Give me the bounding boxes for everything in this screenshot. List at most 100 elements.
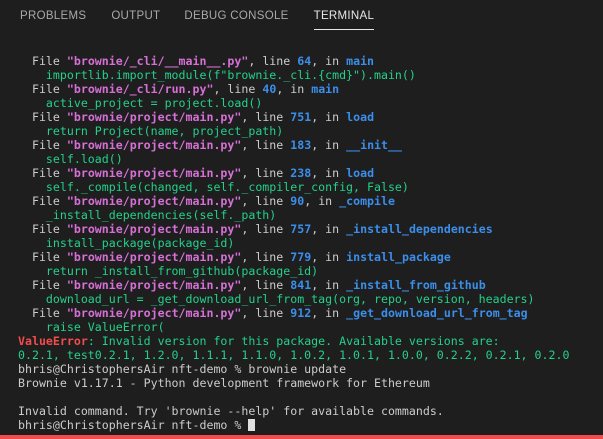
terminal-line: File "brownie/project/main.py", line 751… <box>18 110 598 124</box>
tab-label: DEBUG CONSOLE <box>184 10 289 22</box>
terminal-text: , in <box>311 166 347 180</box>
terminal-text: File <box>18 110 67 124</box>
terminal-text: File <box>18 194 67 208</box>
file-path: "brownie/project/main.py" <box>66 166 242 180</box>
source-line: return Project(name, project_path) <box>18 124 284 138</box>
terminal-line: self.load() <box>18 152 598 166</box>
panel-tab-bar: PROBLEMS OUTPUT DEBUG CONSOLE TERMINAL <box>0 0 603 35</box>
terminal-text: , in <box>311 306 347 320</box>
line-number: 40 <box>262 82 277 96</box>
line-number: 751 <box>290 110 312 124</box>
terminal-line: download_url = _get_download_url_from_ta… <box>18 292 598 306</box>
file-path: "brownie/project/main.py" <box>66 306 242 320</box>
terminal-text: File <box>18 306 67 320</box>
terminal-text: , in <box>311 278 347 292</box>
function-name: _compile <box>339 194 395 208</box>
terminal-text: , in <box>311 54 347 68</box>
terminal-text: , in <box>311 222 347 236</box>
terminal-line: active_project = project.load() <box>18 96 598 110</box>
function-name: load <box>346 110 375 124</box>
terminal-text: bhris@ChristophersAir nft-demo % brownie… <box>18 362 347 376</box>
terminal-text: , line <box>241 110 291 124</box>
source-line: return _install_from_github(package_id) <box>18 264 319 278</box>
tab-label: PROBLEMS <box>20 10 87 22</box>
terminal-line: ValueError: Invalid version for this pac… <box>18 334 598 348</box>
file-path: "brownie/project/main.py" <box>66 250 242 264</box>
terminal-text: , line <box>241 138 291 152</box>
terminal-text: , line <box>241 222 291 236</box>
terminal-line: install_package(package_id) <box>18 236 598 250</box>
terminal-text: bhris@ChristophersAir nft-demo % <box>18 418 249 432</box>
terminal-text: File <box>18 82 67 96</box>
terminal-cursor <box>248 419 256 431</box>
terminal-line: importlib.import_module(f"brownie._cli.{… <box>18 68 598 82</box>
terminal-text: File <box>18 250 67 264</box>
terminal-text: , line <box>241 166 291 180</box>
panel-bottom-border <box>0 435 603 439</box>
terminal-line: Invalid command. Try 'brownie --help' fo… <box>18 404 598 418</box>
line-number: 779 <box>290 250 312 264</box>
file-path: "brownie/_cli/run.py" <box>66 82 214 96</box>
error-message: : Invalid version for this package. Avai… <box>87 334 500 348</box>
terminal-text: , line <box>213 82 263 96</box>
terminal-text: File <box>18 166 67 180</box>
terminal-line: File "brownie/_cli/__main__.py", line 64… <box>18 54 598 68</box>
source-line: install_package(package_id) <box>18 236 235 250</box>
terminal-output[interactable]: File "brownie/_cli/__main__.py", line 64… <box>18 54 598 432</box>
line-number: 238 <box>290 166 312 180</box>
tab-label: TERMINAL <box>313 10 375 22</box>
terminal-text: , line <box>248 54 298 68</box>
terminal-text: , line <box>241 306 291 320</box>
function-name: install_package <box>346 250 451 264</box>
terminal-line: File "brownie/_cli/run.py", line 40, in … <box>18 82 598 96</box>
file-path: "brownie/project/main.py" <box>66 110 242 124</box>
line-number: 912 <box>290 306 312 320</box>
function-name: main <box>346 54 375 68</box>
source-line: self._compile(changed, self._compiler_co… <box>18 180 409 194</box>
active-tab-indicator <box>313 29 375 30</box>
file-path: "brownie/project/main.py" <box>66 138 242 152</box>
source-line: importlib.import_module(f"brownie._cli.{… <box>18 68 416 82</box>
terminal-line: return Project(name, project_path) <box>18 124 598 138</box>
terminal-line: File "brownie/project/main.py", line 238… <box>18 166 598 180</box>
line-number: 64 <box>297 54 312 68</box>
terminal-text: , in <box>304 194 340 208</box>
source-line: raise ValueError( <box>18 320 165 334</box>
line-number: 90 <box>290 194 305 208</box>
terminal-line: File "brownie/project/main.py", line 90,… <box>18 194 598 208</box>
terminal-text: , in <box>311 110 347 124</box>
terminal-line: File "brownie/project/main.py", line 183… <box>18 138 598 152</box>
source-line: download_url = _get_download_url_from_ta… <box>18 292 535 306</box>
function-name: load <box>346 166 375 180</box>
panel: PROBLEMS OUTPUT DEBUG CONSOLE TERMINAL F… <box>0 0 603 439</box>
function-name: _install_from_github <box>346 278 486 292</box>
line-number: 183 <box>290 138 312 152</box>
terminal-text: , in <box>311 250 347 264</box>
tab-problems[interactable]: PROBLEMS <box>20 0 86 35</box>
terminal-line: File "brownie/project/main.py", line 912… <box>18 306 598 320</box>
terminal-line: File "brownie/project/main.py", line 757… <box>18 222 598 236</box>
terminal-text: , in <box>311 138 347 152</box>
terminal-line: return _install_from_github(package_id) <box>18 264 598 278</box>
function-name: _get_download_url_from_tag <box>346 306 528 320</box>
error-message: 0.2.1, test0.2.1, 1.2.0, 1.1.1, 1.1.0, 1… <box>18 348 570 362</box>
terminal-text: , line <box>241 194 291 208</box>
tab-output[interactable]: OUTPUT <box>111 0 160 35</box>
terminal-line: File "brownie/project/main.py", line 841… <box>18 278 598 292</box>
terminal-text: , in <box>276 82 312 96</box>
terminal-line: bhris@ChristophersAir nft-demo % brownie… <box>18 362 598 376</box>
tab-debug-console[interactable]: DEBUG CONSOLE <box>184 0 288 35</box>
function-name: __init__ <box>346 138 402 152</box>
terminal-line: raise ValueError( <box>18 320 598 334</box>
terminal-line: _install_dependencies(self._path) <box>18 208 598 222</box>
file-path: "brownie/project/main.py" <box>66 194 242 208</box>
function-name: main <box>311 82 340 96</box>
tab-terminal[interactable]: TERMINAL <box>313 0 375 35</box>
terminal-text: File <box>18 278 67 292</box>
terminal-line: 0.2.1, test0.2.1, 1.2.0, 1.1.1, 1.1.0, 1… <box>18 348 598 362</box>
terminal-text: , line <box>241 278 291 292</box>
tab-label: OUTPUT <box>111 10 161 22</box>
terminal-line: self._compile(changed, self._compiler_co… <box>18 180 598 194</box>
function-name: _install_dependencies <box>346 222 493 236</box>
